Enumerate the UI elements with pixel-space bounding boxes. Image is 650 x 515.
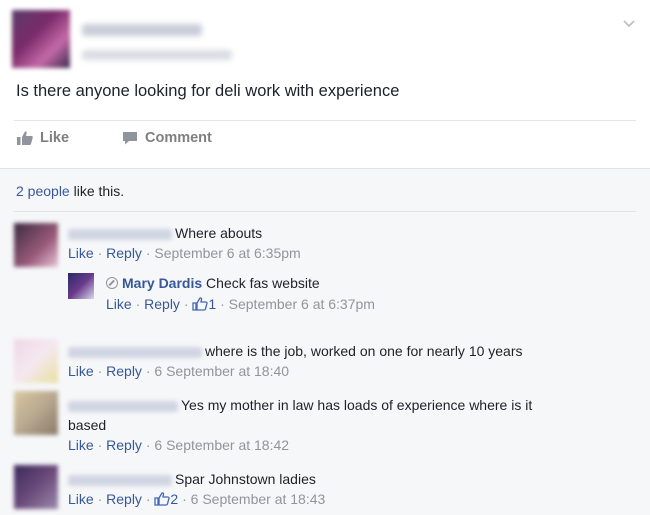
commenter-name-redacted[interactable] bbox=[68, 228, 172, 240]
reply-reply-link[interactable]: Reply bbox=[144, 296, 180, 312]
comment-text: Yes my mother in law has loads of experi… bbox=[68, 395, 532, 415]
reply-meta: Like · Reply · 1 · September 6 at 6:37pm bbox=[106, 296, 375, 312]
commenter-name-redacted[interactable] bbox=[68, 400, 178, 412]
comment-timestamp[interactable]: 6 September at 18:40 bbox=[154, 363, 289, 379]
post-timestamp-redacted bbox=[82, 50, 232, 60]
thumbs-up-icon bbox=[154, 492, 171, 506]
likes-suffix: like this. bbox=[69, 183, 125, 199]
commenter-name-redacted[interactable] bbox=[68, 346, 202, 358]
thumbs-up-icon bbox=[192, 297, 209, 311]
comment-reply-link[interactable]: Reply bbox=[106, 245, 142, 261]
comment-text-continued: based bbox=[68, 417, 107, 433]
comment-timestamp[interactable]: 6 September at 18:42 bbox=[154, 437, 289, 453]
author-name-redacted bbox=[82, 24, 202, 36]
facebook-post: Is there anyone looking for deli work wi… bbox=[0, 0, 650, 515]
reply-timestamp[interactable]: September 6 at 6:37pm bbox=[229, 296, 375, 312]
verified-icon bbox=[106, 277, 118, 289]
comment-text: Where abouts bbox=[68, 223, 262, 243]
comment-text: Spar Johnstown ladies bbox=[68, 469, 316, 489]
comments-section: 2 people like this. Where abouts Like · … bbox=[0, 168, 650, 515]
comment-reply-link[interactable]: Reply bbox=[106, 437, 142, 453]
reply-avatar[interactable] bbox=[68, 273, 94, 299]
comment-meta: Like · Reply · 6 September at 18:40 bbox=[68, 363, 290, 379]
comment-button[interactable]: Comment bbox=[121, 130, 212, 146]
comment-timestamp[interactable]: September 6 at 6:35pm bbox=[154, 245, 300, 261]
comment-like-link[interactable]: Like bbox=[68, 437, 94, 453]
likes-summary: 2 people like this. bbox=[16, 183, 124, 199]
commenter-name-redacted[interactable] bbox=[68, 474, 172, 486]
reply-like-link[interactable]: Like bbox=[106, 296, 132, 312]
comment-text: where is the job, worked on one for near… bbox=[68, 341, 523, 361]
comment-like-link[interactable]: Like bbox=[68, 245, 94, 261]
comment-like-count[interactable]: 2 bbox=[170, 491, 178, 507]
post-header bbox=[12, 10, 642, 68]
commenter-avatar[interactable] bbox=[14, 223, 58, 267]
divider bbox=[14, 211, 636, 212]
author-avatar[interactable] bbox=[12, 10, 70, 68]
comment-reply-link[interactable]: Reply bbox=[106, 491, 142, 507]
comment-reply-link[interactable]: Reply bbox=[106, 363, 142, 379]
reply-like-count[interactable]: 1 bbox=[208, 296, 216, 312]
comment-meta: Like · Reply · 2 · 6 September at 18:43 bbox=[68, 491, 326, 507]
like-button[interactable]: Like bbox=[16, 130, 69, 146]
speech-bubble-icon bbox=[123, 132, 137, 145]
reply-author[interactable]: Mary Dardis bbox=[122, 275, 202, 291]
likes-count-link[interactable]: 2 people bbox=[16, 183, 70, 199]
commenter-avatar[interactable] bbox=[14, 391, 58, 435]
comment-meta: Like · Reply · September 6 at 6:35pm bbox=[68, 245, 301, 261]
comment-timestamp[interactable]: 6 September at 18:43 bbox=[191, 491, 326, 507]
commenter-avatar[interactable] bbox=[14, 465, 58, 509]
like-label: Like bbox=[40, 130, 70, 146]
chevron-down-icon[interactable] bbox=[622, 16, 636, 30]
comment-like-link[interactable]: Like bbox=[68, 491, 94, 507]
divider bbox=[14, 120, 636, 121]
post-text: Is there anyone looking for deli work wi… bbox=[16, 82, 400, 100]
comment-meta: Like · Reply · 6 September at 18:42 bbox=[68, 437, 290, 453]
comment-label: Comment bbox=[145, 130, 212, 146]
thumbs-up-icon bbox=[17, 131, 33, 145]
commenter-avatar[interactable] bbox=[14, 339, 58, 383]
comment-like-link[interactable]: Like bbox=[68, 363, 94, 379]
reply-text: Mary Dardis Check fas website bbox=[106, 273, 320, 293]
